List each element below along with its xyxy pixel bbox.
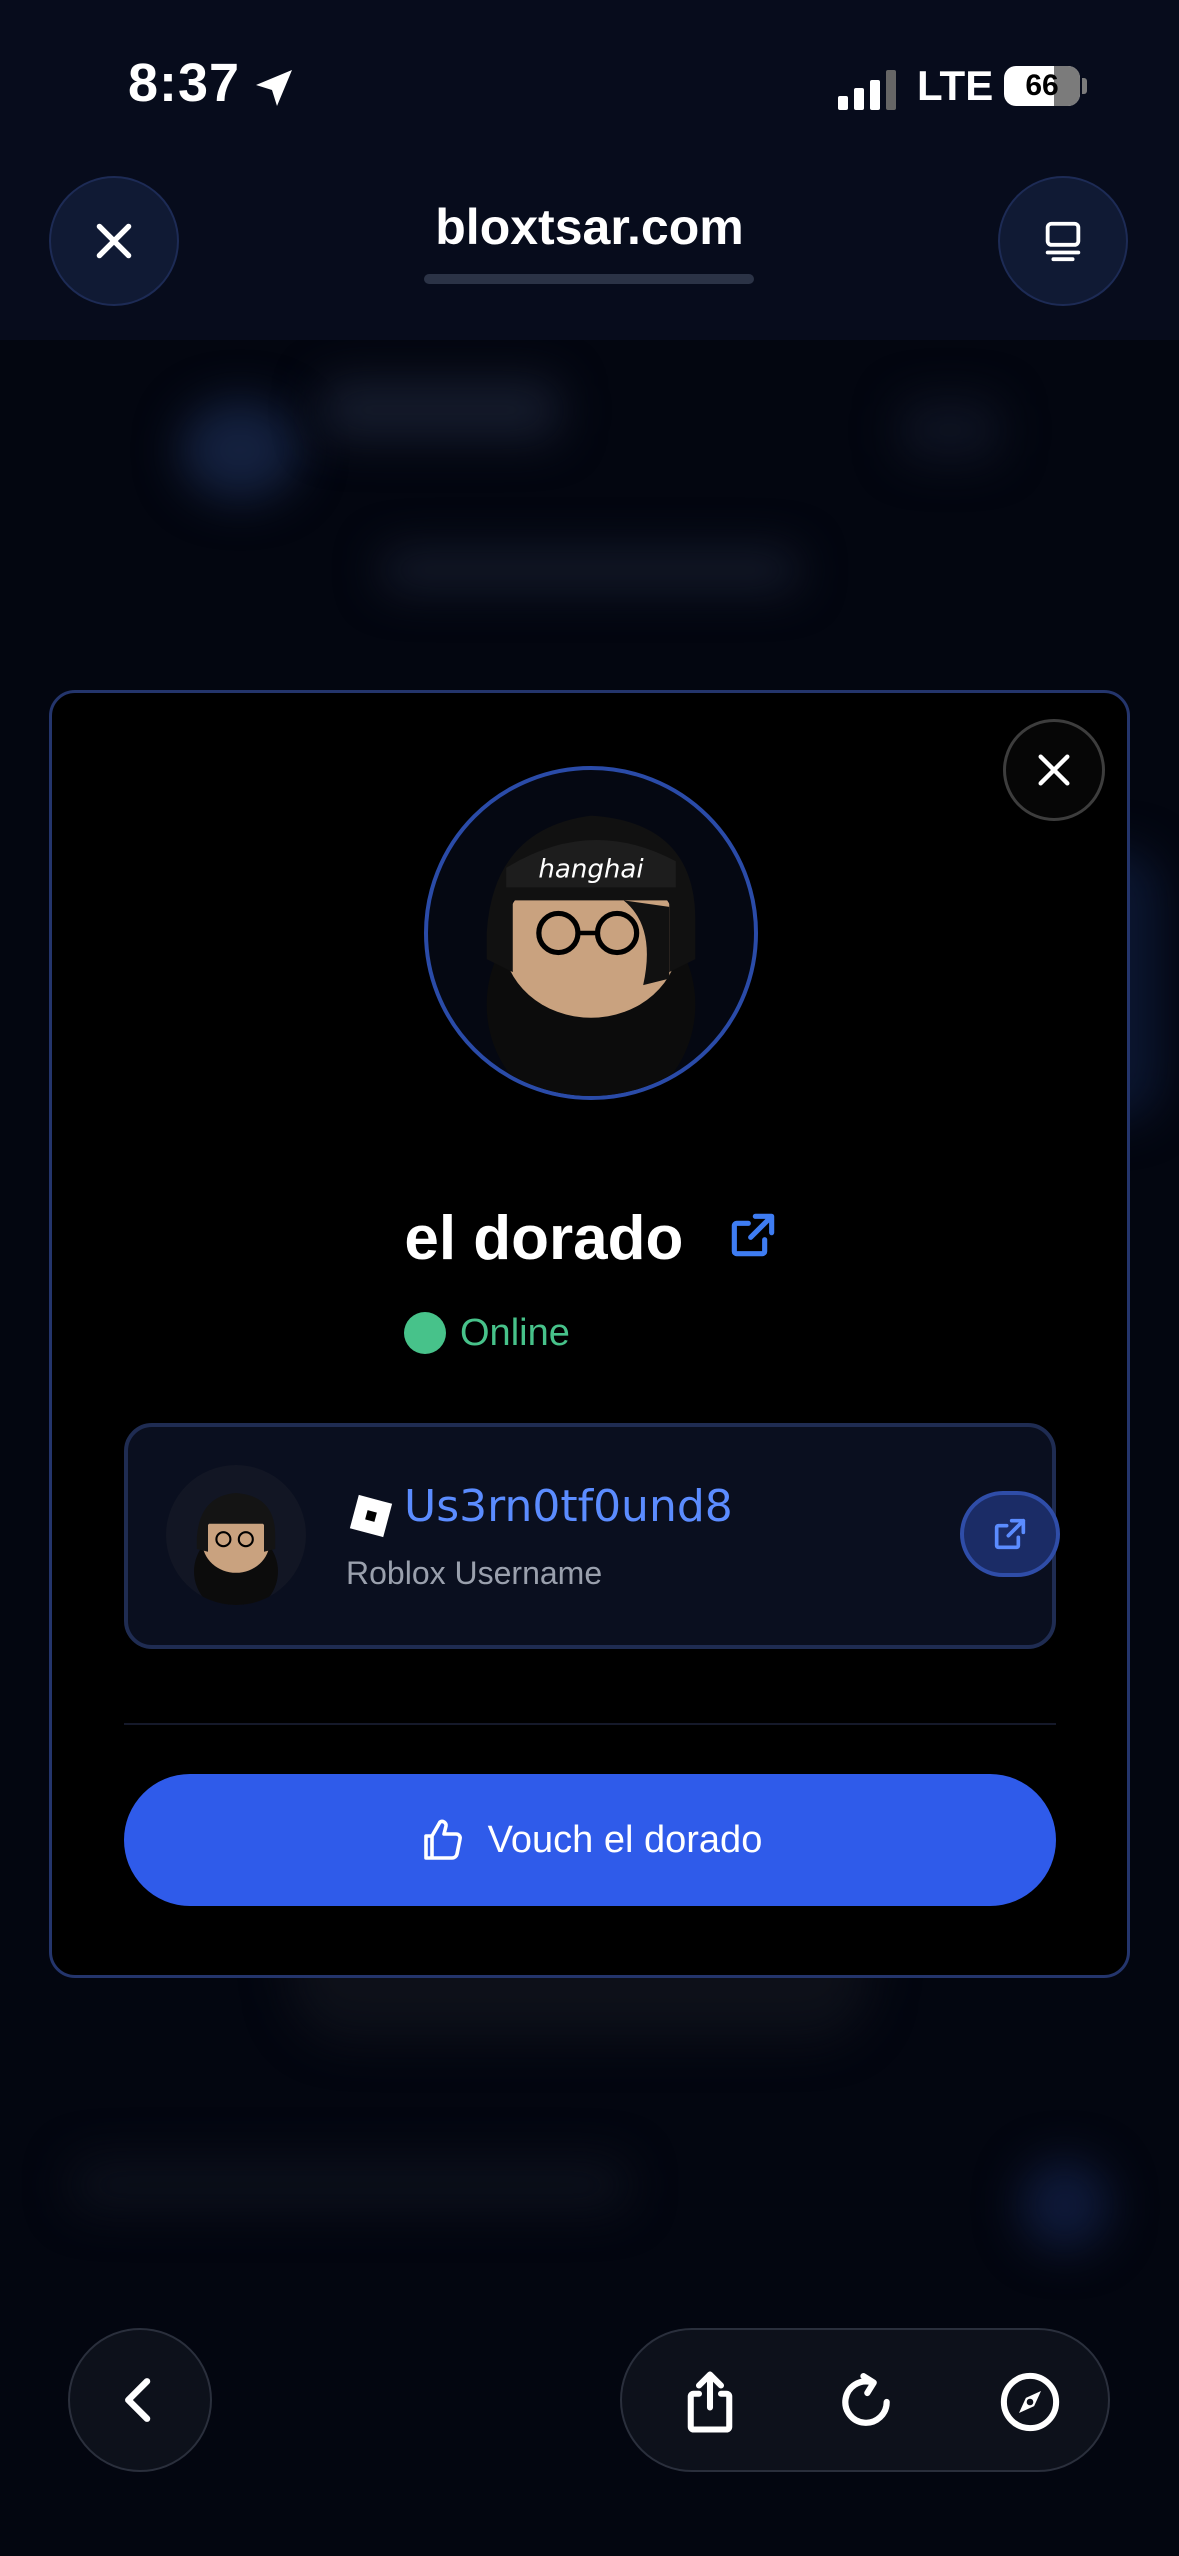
roblox-account-card: Us3rn0tf0und8 Roblox Username bbox=[124, 1423, 1060, 1649]
thumbs-up-icon bbox=[423, 1819, 462, 1860]
location-arrow-icon bbox=[256, 70, 292, 106]
reload-button[interactable] bbox=[824, 2360, 908, 2444]
share-button[interactable] bbox=[668, 2360, 752, 2444]
background-header-icon bbox=[900, 400, 1000, 460]
profile-modal: hanghai el dorado Online Us3rn0tf0und8 R… bbox=[49, 690, 1130, 1978]
background-header-avatar bbox=[180, 400, 300, 500]
profile-name: el dorado bbox=[404, 1204, 684, 1273]
online-status: Online bbox=[404, 1309, 570, 1357]
modal-close-button[interactable] bbox=[1003, 719, 1105, 821]
status-bar: 8:37 LTE 66 bbox=[0, 0, 1179, 170]
network-type: LTE bbox=[917, 62, 994, 109]
roblox-username-label: Roblox Username bbox=[346, 1555, 603, 1591]
share-icon bbox=[687, 2371, 733, 2433]
profile-avatar: hanghai bbox=[424, 766, 758, 1100]
background-footer-dot bbox=[1020, 2160, 1110, 2250]
compass-button[interactable] bbox=[988, 2360, 1072, 2444]
profile-name-row: el dorado bbox=[52, 1203, 1133, 1274]
browser-toolbar bbox=[620, 2328, 1110, 2472]
roblox-logo-icon bbox=[349, 1494, 393, 1538]
external-link-icon[interactable] bbox=[725, 1207, 781, 1263]
battery-tip bbox=[1082, 78, 1087, 94]
background-link-text bbox=[380, 550, 800, 590]
status-time: 8:37 bbox=[128, 53, 241, 113]
cell-signal-icon bbox=[838, 70, 896, 110]
url-underline bbox=[424, 274, 754, 284]
tabs-button[interactable] bbox=[998, 176, 1128, 306]
roblox-avatar-image bbox=[194, 1493, 278, 1605]
modal-divider bbox=[124, 1723, 1056, 1725]
battery-level: 66 bbox=[1025, 69, 1059, 102]
browser-top-bar: bloxtsar.com bbox=[0, 170, 1179, 340]
battery-icon: 66 bbox=[1004, 66, 1080, 106]
background-footer-text bbox=[70, 2160, 630, 2210]
vouch-button-label: Vouch el dorado bbox=[487, 1818, 763, 1861]
background-header-text bbox=[320, 380, 560, 440]
roblox-username[interactable]: Us3rn0tf0und8 bbox=[404, 1481, 733, 1532]
close-icon bbox=[1038, 754, 1070, 786]
reload-icon bbox=[842, 2373, 890, 2426]
vouch-button[interactable]: Vouch el dorado bbox=[124, 1774, 1056, 1906]
online-dot bbox=[404, 1312, 446, 1354]
tabs-icon bbox=[1045, 221, 1081, 262]
svg-text:hanghai: hanghai bbox=[538, 855, 644, 885]
online-label: Online bbox=[460, 1311, 570, 1354]
avatar-image: hanghai bbox=[486, 815, 696, 1096]
back-button[interactable] bbox=[68, 2328, 212, 2472]
external-link-icon bbox=[994, 1518, 1026, 1550]
compass-icon bbox=[1000, 2372, 1060, 2432]
back-icon bbox=[125, 2378, 151, 2422]
screen: 8:37 LTE 66 bloxtsar.com hanghai el dora… bbox=[0, 0, 1179, 2556]
roblox-avatar bbox=[166, 1465, 306, 1605]
roblox-profile-link-button[interactable] bbox=[960, 1491, 1060, 1577]
